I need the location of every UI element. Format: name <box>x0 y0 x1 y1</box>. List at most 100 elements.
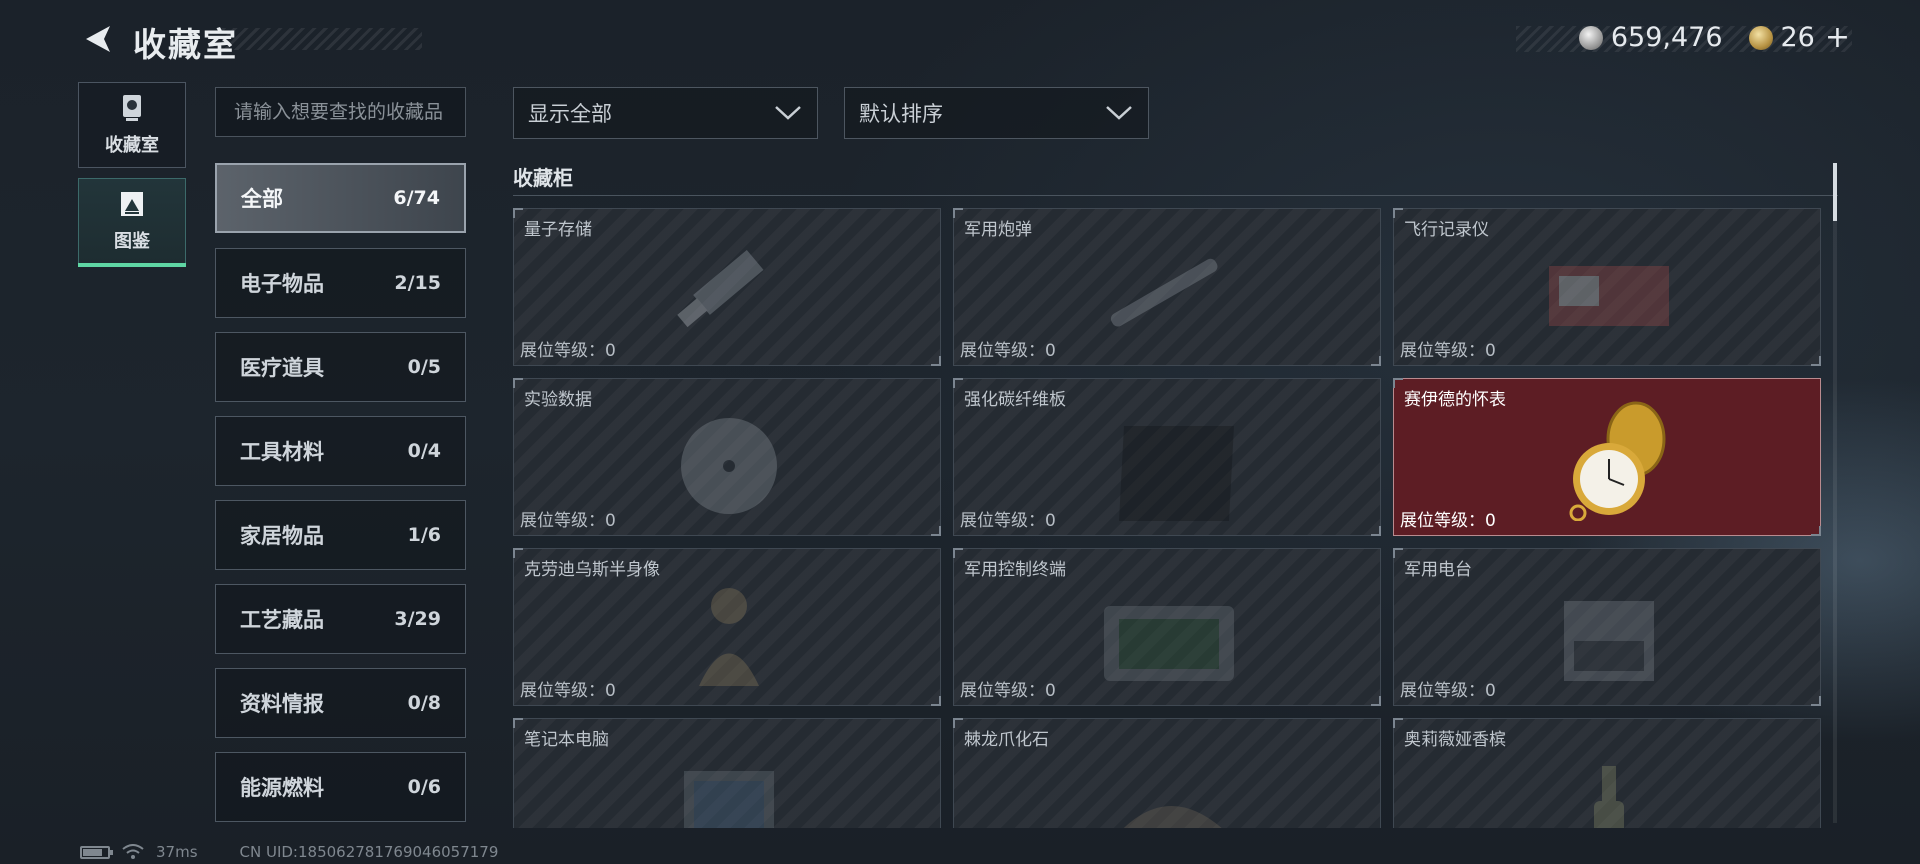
category-medical[interactable]: 医疗道具 0/5 <box>215 332 466 402</box>
title-decoration <box>222 28 422 50</box>
collection-card[interactable]: 奥莉薇娅香槟 <box>1393 718 1821 828</box>
fossil-icon <box>1123 806 1222 828</box>
display-level: 展位等级：0 <box>520 511 616 531</box>
display-level: 展位等级：0 <box>1400 511 1496 531</box>
nav-tab-label: 收藏室 <box>105 135 159 156</box>
category-name: 医疗道具 <box>240 356 324 380</box>
item-name: 赛伊德的怀表 <box>1404 390 1506 410</box>
nav-tab-collection-room[interactable]: 收藏室 <box>78 82 186 168</box>
category-count: 0/6 <box>407 776 441 798</box>
category-tools[interactable]: 工具材料 0/4 <box>215 416 466 486</box>
collection-card[interactable]: 飞行记录仪 展位等级：0 <box>1393 208 1821 366</box>
category-count: 0/5 <box>407 356 441 378</box>
chevron-down-icon <box>1106 106 1132 120</box>
item-name: 笔记本电脑 <box>524 730 609 750</box>
battery-icon <box>80 845 113 859</box>
display-level: 展位等级：0 <box>1400 341 1496 361</box>
item-name: 飞行记录仪 <box>1404 220 1489 240</box>
category-count: 3/29 <box>394 608 441 630</box>
display-level: 展位等级：0 <box>1400 681 1496 701</box>
scrollbar-thumb[interactable] <box>1833 163 1837 221</box>
collection-card-owned[interactable]: 赛伊德的怀表 展位等级：0 <box>1393 378 1821 536</box>
display-level: 展位等级：0 <box>960 511 1056 531</box>
sort-value: 默认排序 <box>859 102 943 126</box>
item-name: 棘龙爪化石 <box>964 730 1049 750</box>
collection-card[interactable]: 实验数据 展位等级：0 <box>513 378 941 536</box>
item-name: 克劳迪乌斯半身像 <box>524 560 660 580</box>
cabinet-title: 收藏柜 <box>513 166 573 190</box>
scrollbar-track[interactable] <box>1833 163 1837 823</box>
usb-drive-icon <box>677 249 764 328</box>
item-name: 实验数据 <box>524 390 592 410</box>
category-count: 2/15 <box>394 272 441 294</box>
nav-tab-catalog[interactable]: 图鉴 <box>78 178 186 267</box>
wifi-icon <box>122 844 144 859</box>
category-count: 1/6 <box>407 524 441 546</box>
laptop-icon <box>684 771 774 828</box>
item-name: 军用控制终端 <box>964 560 1066 580</box>
chevron-down-icon <box>775 106 801 120</box>
pocket-watch-icon <box>1569 401 1666 521</box>
carbon-plate-icon <box>1119 426 1234 521</box>
category-count: 0/8 <box>407 692 441 714</box>
currency-group: 659,476 26 + <box>1578 20 1850 55</box>
category-count: 6/74 <box>393 187 440 209</box>
display-filter-dropdown[interactable]: 显示全部 <box>513 87 818 139</box>
category-name: 家居物品 <box>240 524 324 548</box>
category-intel[interactable]: 资料情报 0/8 <box>215 668 466 738</box>
silver-coin-icon <box>1578 25 1603 50</box>
collection-card[interactable]: 棘龙爪化石 <box>953 718 1381 828</box>
gold-currency-value: 26 <box>1780 22 1815 53</box>
category-all[interactable]: 全部 6/74 <box>215 163 466 233</box>
item-name: 奥莉薇娅香槟 <box>1404 730 1506 750</box>
collection-card[interactable]: 强化碳纤维板 展位等级：0 <box>953 378 1381 536</box>
search-input[interactable] <box>215 87 466 137</box>
collection-room-icon <box>123 95 141 121</box>
display-filter-value: 显示全部 <box>528 102 612 126</box>
display-level: 展位等级：0 <box>520 341 616 361</box>
nav-tab-label: 图鉴 <box>114 231 150 252</box>
terminal-icon <box>1104 606 1234 681</box>
shell-icon <box>1110 258 1218 327</box>
collection-card[interactable]: 军用控制终端 展位等级：0 <box>953 548 1381 706</box>
category-name: 电子物品 <box>240 272 324 296</box>
champagne-icon <box>1594 766 1624 828</box>
category-name: 工艺藏品 <box>240 608 324 632</box>
item-name: 量子存储 <box>524 220 592 240</box>
add-currency-button[interactable]: + <box>1825 20 1850 55</box>
collection-grid: 量子存储 展位等级：0 军用炮弹 展位等级：0 飞行记录仪 展位等级：0 实验数… <box>513 208 1823 828</box>
divider <box>513 195 1838 196</box>
ping-value: 37ms <box>156 843 198 861</box>
radio-icon <box>1564 601 1654 681</box>
display-level: 展位等级：0 <box>960 681 1056 701</box>
catalog-icon <box>121 192 143 216</box>
display-level: 展位等级：0 <box>960 341 1056 361</box>
collection-card[interactable]: 军用炮弹 展位等级：0 <box>953 208 1381 366</box>
category-crafts[interactable]: 工艺藏品 3/29 <box>215 584 466 654</box>
category-energy[interactable]: 能源燃料 0/6 <box>215 752 466 822</box>
category-name: 资料情报 <box>240 692 324 716</box>
collection-card[interactable]: 量子存储 展位等级：0 <box>513 208 941 366</box>
bust-icon <box>699 588 759 686</box>
item-name: 军用炮弹 <box>964 220 1032 240</box>
display-level: 展位等级：0 <box>520 681 616 701</box>
category-name: 全部 <box>241 187 283 211</box>
category-name: 工具材料 <box>240 440 324 464</box>
flight-recorder-icon <box>1549 266 1669 326</box>
disc-icon <box>681 418 777 514</box>
collection-card[interactable]: 笔记本电脑 <box>513 718 941 828</box>
gold-coin-icon <box>1748 25 1773 50</box>
item-name: 军用电台 <box>1404 560 1472 580</box>
category-electronics[interactable]: 电子物品 2/15 <box>215 248 466 318</box>
player-uid: CN UID:1850627817690460571​79 <box>239 843 499 861</box>
status-bar: 37ms CN UID:1850627817690460571​79 <box>80 843 498 861</box>
sort-dropdown[interactable]: 默认排序 <box>844 87 1149 139</box>
collection-card[interactable]: 克劳迪乌斯半身像 展位等级：0 <box>513 548 941 706</box>
item-name: 强化碳纤维板 <box>964 390 1066 410</box>
back-arrow-icon[interactable] <box>80 22 114 56</box>
category-name: 能源燃料 <box>240 776 324 800</box>
collection-card[interactable]: 军用电台 展位等级：0 <box>1393 548 1821 706</box>
category-count: 0/4 <box>407 440 441 462</box>
silver-currency-value: 659,476 <box>1610 22 1723 53</box>
category-household[interactable]: 家居物品 1/6 <box>215 500 466 570</box>
